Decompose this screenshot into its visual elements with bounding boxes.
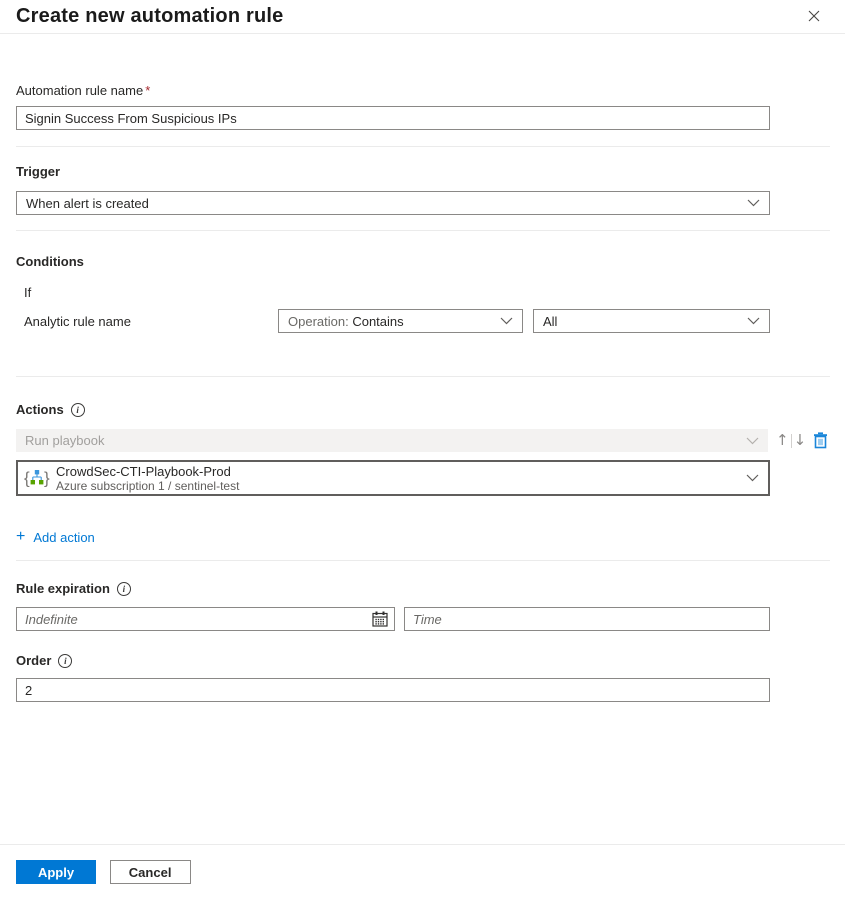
chevron-down-icon bbox=[746, 437, 759, 445]
logic-app-icon: { } bbox=[24, 467, 50, 489]
calendar-icon[interactable] bbox=[372, 611, 388, 630]
add-action-label: Add action bbox=[33, 530, 94, 545]
expiration-time-input[interactable] bbox=[404, 607, 770, 631]
chevron-down-icon bbox=[500, 317, 513, 325]
panel-header: Create new automation rule bbox=[0, 0, 845, 34]
chevron-down-icon bbox=[747, 199, 760, 207]
condition-property-label: Analytic rule name bbox=[24, 314, 131, 329]
chevron-down-icon bbox=[747, 317, 760, 325]
move-action-up-button[interactable]: ↑ bbox=[775, 433, 790, 448]
divider bbox=[16, 560, 830, 561]
conditions-if-label: If bbox=[24, 285, 31, 300]
order-heading: Order bbox=[16, 653, 51, 668]
arrow-up-icon: ↑ bbox=[776, 431, 789, 449]
rule-expiration-heading: Rule expiration bbox=[16, 581, 110, 596]
plus-icon: + bbox=[16, 529, 25, 545]
chevron-down-icon bbox=[746, 474, 759, 482]
trigger-select[interactable]: When alert is created bbox=[16, 191, 770, 215]
expiration-date-input[interactable] bbox=[16, 607, 395, 631]
actions-info-icon[interactable]: i bbox=[71, 403, 85, 417]
svg-text:{: { bbox=[24, 469, 30, 488]
panel-footer: Apply Cancel bbox=[0, 844, 845, 897]
order-info-icon[interactable]: i bbox=[58, 654, 72, 668]
trigger-heading: Trigger bbox=[16, 164, 60, 179]
trash-icon bbox=[813, 432, 828, 449]
condition-value-select[interactable]: All bbox=[533, 309, 770, 333]
rule-expiration-info-icon[interactable]: i bbox=[117, 582, 131, 596]
playbook-subtitle: Azure subscription 1 / sentinel-test bbox=[56, 479, 239, 493]
svg-text:}: } bbox=[44, 469, 50, 488]
move-action-down-button[interactable]: ↓ bbox=[793, 433, 808, 448]
required-asterisk: * bbox=[145, 83, 150, 98]
tool-separator bbox=[791, 434, 792, 448]
divider bbox=[16, 376, 830, 377]
playbook-select[interactable]: { } CrowdSec-CTI-Playbook-Prod Azure sub… bbox=[16, 460, 770, 496]
delete-action-button[interactable] bbox=[813, 432, 828, 449]
condition-operator-select[interactable]: Operation: Contains bbox=[278, 309, 523, 333]
conditions-heading: Conditions bbox=[16, 254, 84, 269]
condition-selected-value: All bbox=[543, 314, 557, 329]
close-button[interactable] bbox=[805, 7, 823, 25]
add-action-button[interactable]: + Add action bbox=[16, 529, 95, 545]
action-type-select-disabled: Run playbook bbox=[16, 429, 768, 452]
close-icon bbox=[807, 9, 821, 23]
operator-selected-value: Contains bbox=[352, 314, 403, 329]
playbook-name: CrowdSec-CTI-Playbook-Prod bbox=[56, 464, 239, 479]
rule-name-label: Automation rule name bbox=[16, 83, 143, 98]
divider bbox=[16, 230, 830, 231]
rule-name-input[interactable] bbox=[16, 106, 770, 130]
action-type-value: Run playbook bbox=[25, 433, 105, 448]
arrow-down-icon: ↓ bbox=[794, 431, 807, 449]
cancel-button[interactable]: Cancel bbox=[110, 860, 191, 884]
operator-prefix-label: Operation: bbox=[288, 314, 349, 329]
page-title: Create new automation rule bbox=[16, 5, 829, 28]
apply-button[interactable]: Apply bbox=[16, 860, 96, 884]
actions-heading: Actions bbox=[16, 402, 64, 417]
order-input[interactable] bbox=[16, 678, 770, 702]
divider bbox=[16, 146, 830, 147]
trigger-selected-value: When alert is created bbox=[26, 196, 149, 211]
